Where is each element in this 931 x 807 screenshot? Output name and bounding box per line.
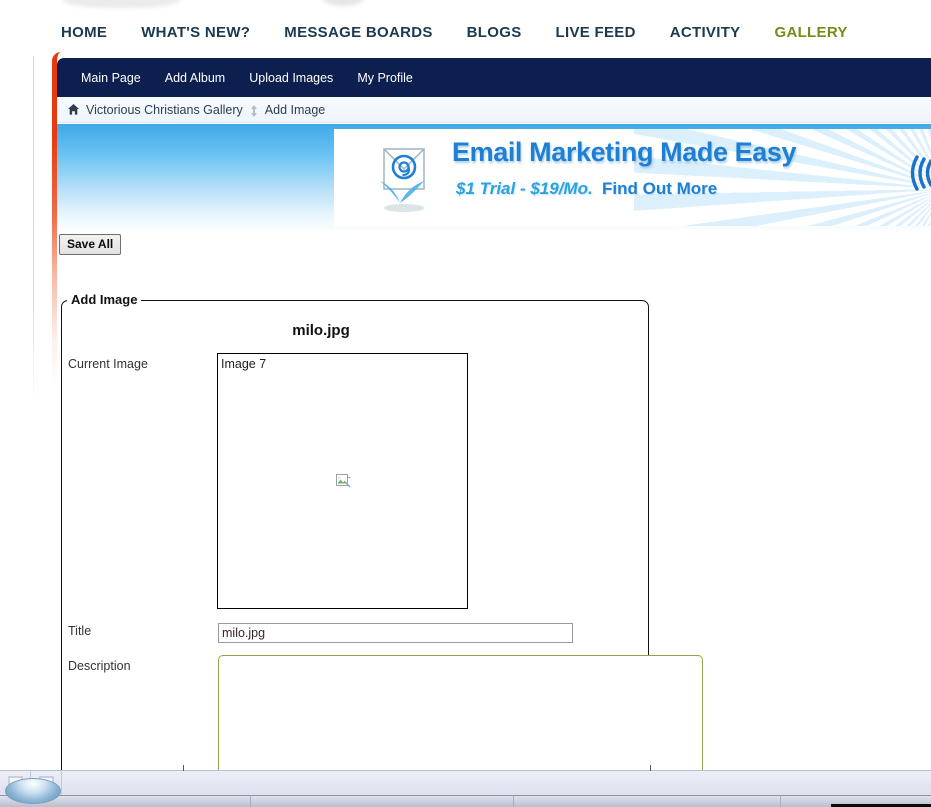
- module-nav-item-upload-images[interactable]: Upload Images: [237, 71, 345, 85]
- site-nav-item-blogs[interactable]: BLOGS: [450, 24, 539, 41]
- start-orb-icon[interactable]: [5, 778, 61, 804]
- advertisement-headline: Email Marketing Made Easy: [452, 137, 797, 167]
- strip-notch: [780, 795, 781, 807]
- taskbar-tick: [650, 765, 651, 771]
- site-primary-nav: HOME WHAT'S NEW? MESSAGE BOARDS BLOGS LI…: [0, 18, 931, 46]
- site-logo-remnant-secondary: [322, 0, 364, 6]
- advertisement-banner[interactable]: Email Marketing Made Easy $1 Trial - $19…: [334, 129, 931, 226]
- taskbar: [0, 765, 931, 796]
- current-image-caption: Image 7: [221, 357, 267, 371]
- save-all-button[interactable]: Save All: [59, 234, 122, 255]
- add-image-form: Add Image milo.jpg Current Image Image 7…: [61, 292, 703, 805]
- site-nav-item-whats-new[interactable]: WHAT'S NEW?: [124, 24, 267, 41]
- strip-notch: [250, 795, 251, 807]
- title-input[interactable]: [218, 623, 573, 643]
- broken-image-icon: [335, 473, 351, 489]
- advertisement-brand: AV: [909, 153, 931, 193]
- advertisement-strip[interactable]: Email Marketing Made Easy $1 Trial - $19…: [57, 124, 931, 231]
- breadcrumb-current: Add Image: [264, 102, 326, 117]
- email-envelope-icon: [370, 141, 434, 213]
- arrow-separator-icon: [249, 104, 259, 117]
- page-frame-hairline: [33, 56, 34, 406]
- title-label: Title: [68, 624, 92, 638]
- taskbar-empty-area[interactable]: [62, 765, 931, 796]
- screen: HOME WHAT'S NEW? MESSAGE BOARDS BLOGS LI…: [0, 0, 931, 807]
- aweber-sound-mark-icon: [909, 153, 931, 193]
- description-label: Description: [68, 659, 131, 673]
- current-image-label: Current Image: [68, 357, 148, 371]
- desktop-bottom-strip: [0, 778, 931, 807]
- module-nav-item-main-page[interactable]: Main Page: [69, 71, 153, 85]
- site-nav-item-live-feed[interactable]: LIVE FEED: [539, 24, 653, 41]
- advertisement-subtext: $1 Trial - $19/Mo.: [456, 179, 593, 198]
- module-nav-item-my-profile[interactable]: My Profile: [345, 71, 425, 85]
- home-icon[interactable]: [67, 103, 80, 116]
- image-file-title: milo.jpg: [292, 322, 350, 339]
- site-nav-item-gallery[interactable]: GALLERY: [757, 24, 864, 41]
- gallery-module-nav: Main Page Add Album Upload Images My Pro…: [57, 58, 931, 97]
- site-nav-item-home[interactable]: HOME: [44, 24, 124, 41]
- module-nav-item-add-album[interactable]: Add Album: [153, 71, 237, 85]
- taskbar-tick: [183, 765, 184, 771]
- current-image-preview: Image 7: [217, 353, 468, 609]
- advertisement-cta[interactable]: Find Out More: [602, 179, 717, 199]
- strip-notch: [513, 795, 514, 807]
- site-nav-item-activity[interactable]: ACTIVITY: [653, 24, 758, 41]
- breadcrumb: Victorious Christians Gallery Add Image: [57, 97, 931, 123]
- site-logo-remnant: [62, 0, 180, 8]
- breadcrumb-parent-link[interactable]: Victorious Christians Gallery: [86, 103, 243, 117]
- site-nav-item-message-boards[interactable]: MESSAGE BOARDS: [267, 24, 449, 41]
- fieldset-legend: Add Image: [67, 292, 142, 307]
